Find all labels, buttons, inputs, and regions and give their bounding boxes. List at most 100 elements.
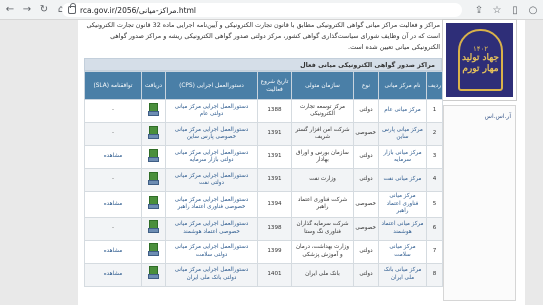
lock-icon[interactable]: [68, 3, 76, 14]
table-title: مراکز صدور گواهی الکترونیکی میانی فعال: [84, 58, 442, 71]
page-body: ۱۴۰۲ جهاد تولید مهار تورم آر.اس.اس مراکز…: [78, 19, 525, 305]
row-number: 7: [426, 239, 443, 264]
center-name: مرکز میانی بازار سرمایه: [378, 145, 427, 169]
organization: وزارت بهداشت، درمان و آموزش پزشکی: [291, 239, 354, 264]
start-year: 1401: [257, 262, 292, 287]
organization: مرکز توسعه تجارت الکترونیکی: [291, 99, 354, 123]
logo-line-2: مهار تورم: [462, 64, 499, 74]
row-number: 5: [426, 191, 443, 218]
column-header: دریافت: [141, 71, 166, 100]
sidebar-panel-icon[interactable]: ▯: [509, 3, 521, 17]
forward-icon[interactable]: →: [20, 3, 34, 17]
url-text: rca.gov.ir/2056/مراکز-میانی.html: [80, 5, 196, 15]
download-icon[interactable]: [148, 243, 159, 257]
intro-paragraph: مراکز و فعالیت مراکز میانی گواهی الکترون…: [86, 21, 440, 51]
address-bar[interactable]: rca.gov.ir/2056/مراکز-میانی.html: [62, 3, 462, 17]
organization: سازمان بورس و اوراق بهادار: [291, 145, 354, 169]
rss-link[interactable]: آر.اس.اس: [485, 113, 511, 120]
sla-link: -: [84, 216, 142, 241]
logo-line-1: جهاد تولید: [462, 53, 499, 63]
start-year: 1391: [257, 168, 292, 192]
center-type: دولتی: [353, 99, 379, 123]
column-header: دستورالعمل اجرایی (CPS): [165, 71, 258, 100]
column-header: ردیف: [426, 71, 443, 100]
row-number: 4: [426, 168, 443, 192]
back-icon[interactable]: ←: [3, 3, 17, 17]
start-year: 1391: [257, 122, 292, 146]
download-cell: [141, 216, 166, 241]
table-row: 5 مرکز میانی فناوری اعتماد راهبر خصوصی شرکت…: [84, 191, 443, 218]
table-row: 7 مرکز میانی سلامت دولتی وزارت بهداشت، درما…: [84, 239, 443, 264]
table-row: 1 مرکز میانی عام دولتی مرکز توسعه تجارت الک…: [84, 99, 443, 123]
center-name: مرکز میانی نفت: [378, 168, 427, 192]
center-type: دولتی: [353, 262, 379, 287]
center-type: خصوصی: [353, 216, 379, 241]
logo-year: ۱۴۰۲: [472, 45, 489, 53]
column-header: توافقنامه (SLA): [84, 71, 142, 100]
bookmark-star-icon[interactable]: ☆: [491, 3, 503, 17]
download-cell: [141, 191, 166, 218]
table-row: 6 مرکز میانی اعتماد هوشمند خصوصی شرکت سرمای…: [84, 216, 443, 241]
column-header: تاریخ شروع فعالیت: [257, 71, 292, 100]
sla-link[interactable]: مشاهده: [84, 239, 142, 264]
sla-link[interactable]: مشاهده: [84, 262, 142, 287]
center-name: مرکز میانی فناوری اعتماد راهبر: [378, 191, 427, 218]
column-header: نام مرکز میانی: [378, 71, 427, 100]
row-number: 6: [426, 216, 443, 241]
table-row: 2 مرکز میانی پارس ساین خصوصی شرکت امن افزار…: [84, 122, 443, 146]
cps-document-link[interactable]: دستورالعمل اجرایی مرکز میانی خصوصی اعتما…: [165, 216, 258, 241]
sla-link[interactable]: مشاهده: [84, 145, 142, 169]
column-header: سازمان متولی: [291, 71, 354, 100]
download-cell: [141, 99, 166, 123]
sidebar-box: آر.اس.اس: [443, 105, 516, 301]
cps-document-link[interactable]: دستورالعمل اجرایی مرکز میانی دولتی سلامت: [165, 239, 258, 264]
start-year: 1398: [257, 216, 292, 241]
share-icon[interactable]: ⇪: [473, 3, 485, 17]
download-icon[interactable]: [148, 102, 159, 116]
reload-icon[interactable]: ↻: [37, 3, 51, 17]
row-number: 3: [426, 145, 443, 169]
table-row: 4 مرکز میانی نفت دولتی وزارت نفت 1391 دستورال…: [84, 168, 443, 192]
cps-document-link[interactable]: دستورالعمل اجرایی مرکز میانی دولتی نفت: [165, 168, 258, 192]
cps-document-link[interactable]: دستورالعمل اجرایی مرکز میانی خصوصی پارس …: [165, 122, 258, 146]
cps-document-link[interactable]: دستورالعمل اجرایی مرکز میانی دولتی عام: [165, 99, 258, 123]
center-name: مرکز میانی عام: [378, 99, 427, 123]
center-name: مرکز میانی پارس ساین: [378, 122, 427, 146]
center-type: دولتی: [353, 145, 379, 169]
download-icon[interactable]: [148, 196, 159, 209]
download-cell: [141, 145, 166, 169]
download-cell: [141, 262, 166, 287]
center-name: مرکز میانی بانک ملی ایران: [378, 262, 427, 287]
cps-document-link[interactable]: دستورالعمل اجرایی مرکز میانی دولتی بانک …: [165, 262, 258, 287]
profile-icon[interactable]: ○: [527, 3, 539, 17]
download-icon[interactable]: [148, 148, 159, 162]
center-type: دولتی: [353, 168, 379, 192]
campaign-logo: ۱۴۰۲ جهاد تولید مهار تورم: [442, 19, 517, 101]
download-cell: [141, 122, 166, 146]
download-cell: [141, 168, 166, 192]
table-header-row: ردیف نام مرکز میانی نوع سازمان متولی تاریخ ش…: [84, 71, 443, 100]
download-cell: [141, 239, 166, 264]
organization: شرکت فناوری اعتماد راهبر: [291, 191, 354, 218]
organization: وزارت نفت: [291, 168, 354, 192]
cps-document-link[interactable]: دستورالعمل اجرایی مرکز میانی دولتی بازار…: [165, 145, 258, 169]
download-icon[interactable]: [148, 125, 159, 139]
browser-toolbar: ← → ↻ ⌂ rca.gov.ir/2056/مراکز-میانی.html…: [0, 0, 543, 20]
organization: شرکت امن افزار گستر شریف: [291, 122, 354, 146]
sla-link: -: [84, 168, 142, 192]
organization: بانک ملی ایران: [291, 262, 354, 287]
start-year: 1394: [257, 191, 292, 218]
row-number: 8: [426, 262, 443, 287]
download-icon[interactable]: [148, 171, 159, 185]
row-number: 2: [426, 122, 443, 146]
cps-document-link[interactable]: دستورالعمل اجرایی مرکز میانی خصوصی فناور…: [165, 191, 258, 218]
column-header: نوع: [353, 71, 379, 100]
center-name: مرکز میانی سلامت: [378, 239, 427, 264]
download-icon[interactable]: [148, 266, 159, 280]
main-content: مراکز و فعالیت مراکز میانی گواهی الکترون…: [84, 20, 443, 287]
sla-link[interactable]: مشاهده: [84, 191, 142, 218]
centers-table: ردیف نام مرکز میانی نوع سازمان متولی تاریخ ش…: [84, 71, 443, 287]
start-year: 1388: [257, 99, 292, 123]
start-year: 1391: [257, 145, 292, 169]
download-icon[interactable]: [148, 220, 159, 234]
